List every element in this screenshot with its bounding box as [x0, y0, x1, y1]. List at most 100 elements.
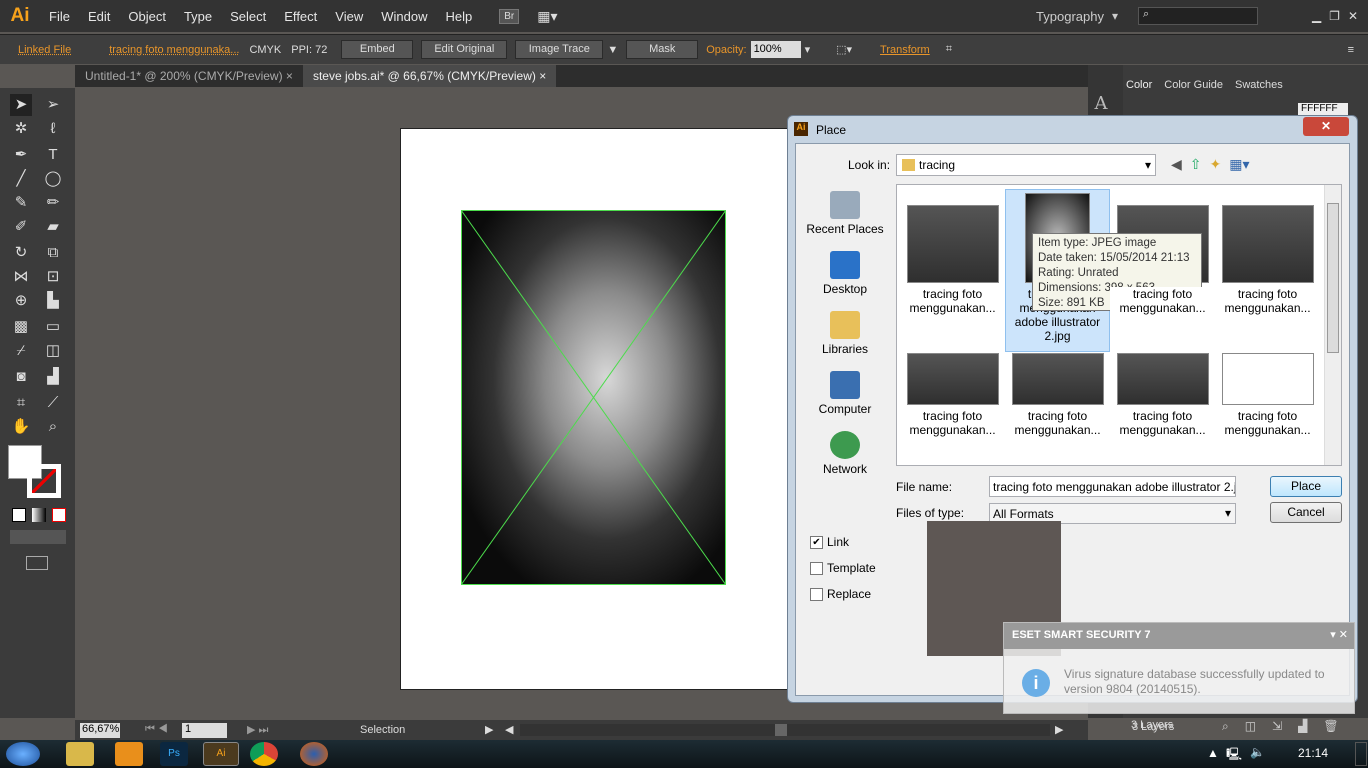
close-icon[interactable]: ✕ [1348, 9, 1358, 23]
menu-object[interactable]: Object [119, 9, 175, 24]
transform-link[interactable]: Transform [880, 44, 930, 56]
place-recent-places[interactable]: Recent Places [805, 191, 885, 236]
menu-help[interactable]: Help [436, 9, 481, 24]
arrange-documents-icon[interactable]: ▦▾ [537, 8, 557, 25]
file-item[interactable]: tracing foto menggunakan... [1110, 353, 1215, 437]
image-trace-button[interactable]: Image Trace [515, 40, 604, 59]
checkbox[interactable] [810, 587, 823, 601]
new-folder-icon[interactable]: ✦ [1210, 156, 1222, 173]
bridge-button[interactable]: Br [499, 8, 520, 24]
scroll-left-icon[interactable]: ◀ [505, 723, 513, 736]
panel-menu-icon[interactable]: ≡ [1348, 44, 1354, 56]
width-tool-icon[interactable]: ⋈ [10, 266, 32, 288]
pencil-tool-icon[interactable]: ✏ [42, 192, 64, 214]
line-tool-icon[interactable]: ╱ [10, 168, 32, 190]
file-item[interactable]: tracing foto menggunakan... [1215, 205, 1320, 315]
chrome-taskbar-icon[interactable] [250, 742, 278, 766]
gradient-mode-icon[interactable] [32, 508, 46, 522]
file-item[interactable]: tracing foto menggunakan... [1215, 353, 1320, 437]
place-network[interactable]: Network [805, 431, 885, 476]
file-name-link[interactable]: tracing foto menggunaka... [109, 44, 239, 56]
mesh-tool-icon[interactable]: ▩ [10, 316, 32, 338]
none-mode-icon[interactable] [52, 508, 66, 522]
artboard-number-input[interactable]: 1 [182, 723, 227, 738]
place-desktop[interactable]: Desktop [805, 251, 885, 296]
stroke-swatch[interactable] [27, 464, 61, 498]
explorer-taskbar-icon[interactable] [66, 742, 94, 766]
gradient-tool-icon[interactable]: ▭ [42, 316, 64, 338]
media-player-taskbar-icon[interactable] [115, 742, 143, 766]
place-libraries[interactable]: Libraries [805, 311, 885, 356]
scale-tool-icon[interactable]: ⧉ [42, 242, 64, 264]
up-folder-icon[interactable]: ⇧ [1190, 156, 1202, 173]
menu-effect[interactable]: Effect [275, 9, 326, 24]
lasso-tool-icon[interactable]: ℓ [42, 118, 64, 140]
rotate-tool-icon[interactable]: ↻ [10, 242, 32, 264]
screen-mode-icon[interactable] [26, 556, 48, 570]
photoshop-taskbar-icon[interactable]: Ps [160, 742, 188, 766]
selection-tool-icon[interactable]: ➤ [10, 94, 32, 116]
place-computer[interactable]: Computer [805, 371, 885, 416]
template-checkbox[interactable]: Template [810, 561, 876, 575]
tab-steve-jobs[interactable]: steve jobs.ai* @ 66,67% (CMYK/Preview) × [302, 65, 557, 87]
file-item[interactable]: tracing foto menggunakan... [1005, 353, 1110, 437]
scrollbar-thumb[interactable] [775, 724, 787, 736]
slice-tool-icon[interactable]: ⟋ [42, 392, 64, 414]
free-transform-tool-icon[interactable]: ⊡ [42, 266, 64, 288]
look-in-select[interactable]: tracing ▾ [896, 154, 1156, 176]
next-artboard-icon[interactable]: ▶ ⏭ [247, 723, 268, 737]
locate-object-icon[interactable]: ⌕ [1222, 719, 1229, 734]
menu-view[interactable]: View [326, 9, 372, 24]
minimize-icon[interactable]: ▁ [1312, 9, 1321, 23]
tab-untitled[interactable]: Untitled-1* @ 200% (CMYK/Preview) × [75, 65, 303, 87]
blend-tool-icon[interactable]: ◫ [42, 340, 64, 362]
eraser-tool-icon[interactable]: ▰ [42, 216, 64, 238]
delete-layer-icon[interactable]: 🗑 [1323, 719, 1338, 734]
hand-tool-icon[interactable]: ✋ [10, 416, 32, 438]
close-tab-icon[interactable]: × [539, 69, 546, 83]
checkbox[interactable]: ✔ [810, 535, 823, 549]
file-list-scrollbar[interactable] [1324, 185, 1341, 465]
align-icon[interactable]: ⬚▾ [836, 43, 852, 56]
perspective-grid-tool-icon[interactable]: ▙ [42, 290, 64, 312]
restore-icon[interactable]: ❐ [1329, 9, 1340, 23]
opacity-dropdown-icon[interactable]: ▾ [805, 43, 811, 56]
embed-button[interactable]: Embed [341, 40, 414, 59]
linked-file-link[interactable]: Linked File [18, 44, 71, 56]
mask-button[interactable]: Mask [626, 40, 699, 59]
link-checkbox[interactable]: ✔ Link [810, 535, 849, 549]
previous-artboard-icon[interactable]: ⏮ ◀ [145, 723, 168, 736]
isolate-icon[interactable]: ⌗ [946, 43, 952, 56]
eyedropper-tool-icon[interactable]: ⌿ [10, 340, 32, 362]
image-trace-dropdown-icon[interactable]: ▼ [607, 44, 618, 56]
tab-color-guide[interactable]: Color Guide [1164, 79, 1223, 91]
scroll-right-icon[interactable]: ▶ [1055, 723, 1063, 736]
file-name-input[interactable]: tracing foto menggunakan adobe illustrat… [989, 476, 1236, 497]
eset-close-icon[interactable]: ▾ ✕ [1330, 628, 1348, 641]
checkbox[interactable] [810, 561, 823, 575]
new-sublayer-icon[interactable]: ⇲ [1272, 719, 1282, 734]
pen-tool-icon[interactable]: ✒ [10, 144, 32, 166]
opacity-label[interactable]: Opacity: [706, 44, 746, 56]
type-tool-icon[interactable]: T [42, 144, 64, 166]
artboard-tool-icon[interactable]: ⌗ [10, 392, 32, 414]
close-tab-icon[interactable]: × [286, 69, 293, 83]
menu-window[interactable]: Window [372, 9, 436, 24]
zoom-tool-icon[interactable]: ⌕ [42, 416, 64, 438]
menu-edit[interactable]: Edit [79, 9, 119, 24]
zoom-input[interactable]: 66,67% [80, 723, 120, 738]
drawing-modes-icon[interactable] [10, 530, 66, 544]
clock[interactable]: 21:14 [1298, 746, 1328, 760]
dialog-close-button[interactable]: ✕ [1303, 117, 1349, 136]
opacity-input[interactable]: 100% [750, 41, 801, 58]
replace-checkbox[interactable]: Replace [810, 587, 871, 601]
menu-select[interactable]: Select [221, 9, 275, 24]
tab-color[interactable]: Color [1126, 79, 1152, 91]
shape-builder-tool-icon[interactable]: ⊕ [10, 290, 32, 312]
graph-tool-icon[interactable]: ▟ [42, 366, 64, 388]
file-item[interactable]: tracing foto menggunakan... [900, 353, 1005, 437]
views-menu-icon[interactable]: ▦▾ [1229, 156, 1249, 173]
workspace-switcher[interactable]: Typography [1036, 9, 1104, 24]
edit-original-button[interactable]: Edit Original [421, 40, 508, 59]
show-desktop-button[interactable] [1355, 742, 1367, 766]
